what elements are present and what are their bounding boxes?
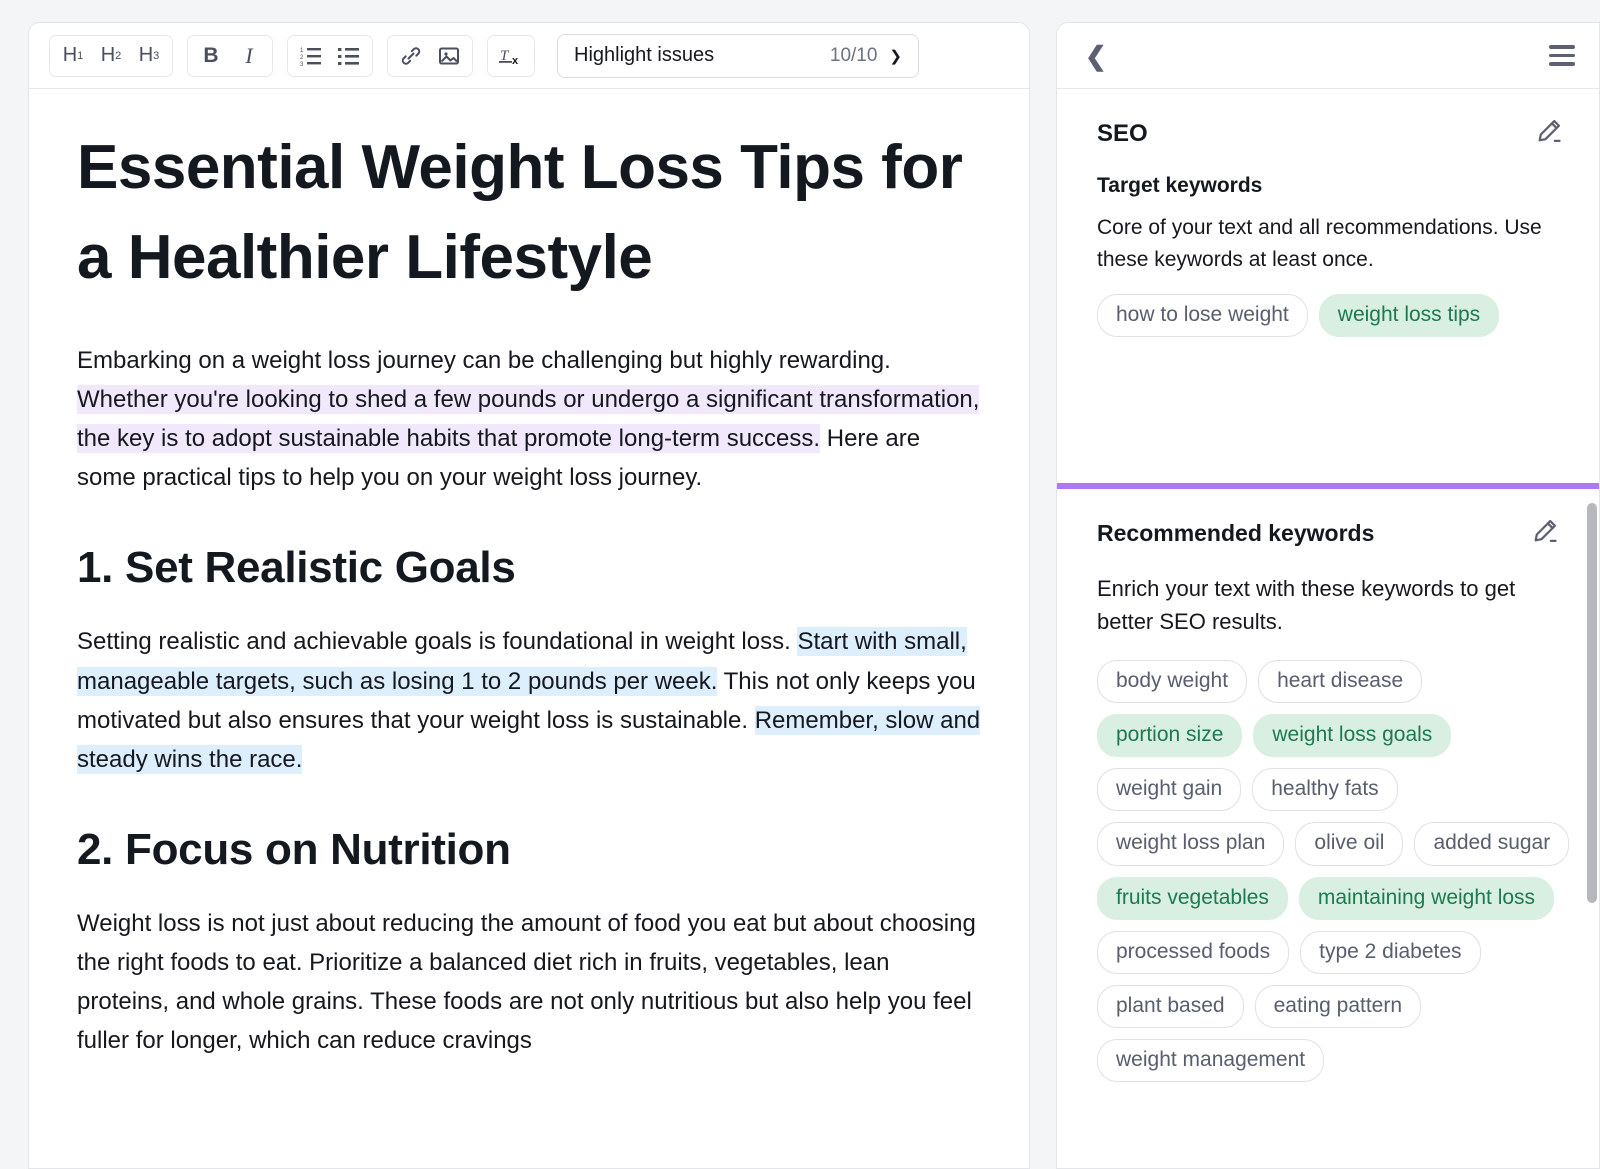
- keyword-pill[interactable]: fruits vegetables: [1097, 876, 1288, 920]
- burger-line-2: [1549, 53, 1575, 58]
- keyword-pill[interactable]: healthy fats: [1252, 768, 1398, 812]
- recommended-keywords-highlight-box: Recommended keywords Enrich your text wi…: [1057, 483, 1599, 1168]
- h2-subscript: 2: [115, 49, 122, 62]
- recommended-keywords-description: Enrich your text with these keywords to …: [1097, 576, 1516, 634]
- heading-button-group: H1 H2 H3: [49, 34, 173, 77]
- h2-button[interactable]: H2: [92, 39, 130, 73]
- list-group: 1 2 3: [287, 34, 373, 77]
- h3-button[interactable]: H3: [130, 39, 168, 73]
- bullet-list-icon[interactable]: [330, 39, 368, 73]
- keyword-pill[interactable]: plant based: [1097, 984, 1244, 1028]
- burger-line-1: [1549, 45, 1575, 49]
- italic-button[interactable]: I: [230, 39, 268, 73]
- highlight-issues-count: 10/10: [829, 44, 878, 66]
- page-title: Essential Weight Loss Tips for a Healthi…: [77, 133, 963, 292]
- keyword-pill[interactable]: type 2 diabetes: [1300, 930, 1481, 974]
- seo-sidebar-panel: ❮ SEO Target keywords Core of your text …: [1056, 22, 1600, 1169]
- app-root: H1 H2 H3 B I 1 2 3 T x Highlight issues …: [0, 0, 1600, 1169]
- keyword-pill[interactable]: maintaining weight loss: [1298, 876, 1555, 920]
- highlight-issues-label: Highlight issues: [574, 44, 715, 66]
- keyword-pill[interactable]: body weight: [1097, 660, 1248, 704]
- seo-title: SEO: [1097, 119, 1148, 147]
- hamburger-menu-icon[interactable]: [1549, 45, 1575, 66]
- h3-subscript: 3: [153, 49, 160, 62]
- document-body[interactable]: Essential Weight Loss Tips for a Healthi…: [29, 89, 1029, 1168]
- keyword-pill[interactable]: how to lose weight: [1097, 293, 1308, 337]
- keyword-pill[interactable]: eating pattern: [1254, 984, 1422, 1028]
- chevron-left-icon[interactable]: ❮: [1085, 43, 1107, 69]
- keyword-pill[interactable]: processed foods: [1097, 930, 1290, 974]
- h1-subscript: 1: [77, 49, 84, 62]
- keyword-pill[interactable]: added sugar: [1414, 822, 1570, 866]
- recommended-title-row: Recommended keywords: [1097, 517, 1573, 550]
- intro-paragraph: Embarking on a weight loss journey can b…: [77, 341, 981, 497]
- recommended-edit-pencil-icon[interactable]: [1531, 517, 1559, 550]
- highlight-issues-dropdown[interactable]: Highlight issues 10/10 ❯: [557, 33, 919, 78]
- seo-section: SEO Target keywords Core of your text an…: [1057, 89, 1599, 363]
- ordered-list-icon[interactable]: 1 2 3: [292, 39, 330, 73]
- svg-text:x: x: [512, 55, 519, 67]
- keyword-pill[interactable]: weight gain: [1097, 768, 1242, 812]
- image-icon[interactable]: [430, 39, 468, 73]
- text-style-group: B I: [187, 34, 273, 77]
- svg-text:3: 3: [300, 62, 304, 66]
- bold-button[interactable]: B: [192, 39, 230, 73]
- keyword-pill[interactable]: weight management: [1097, 1038, 1325, 1083]
- keyword-pill[interactable]: weight loss tips: [1318, 293, 1500, 337]
- section-2-heading: 2. Focus on Nutrition: [77, 824, 511, 874]
- target-keywords-pill-list: how to lose weight weight loss tips: [1097, 293, 1563, 337]
- section-1-paragraph: Setting realistic and achievable goals i…: [77, 622, 981, 778]
- keyword-pill[interactable]: olive oil: [1295, 822, 1404, 866]
- chevron-down-icon: ❯: [889, 47, 902, 65]
- insert-group: [387, 34, 473, 77]
- editor-panel: H1 H2 H3 B I 1 2 3 T x Highlight issues …: [28, 22, 1030, 1169]
- burger-line-3: [1549, 62, 1575, 66]
- intro-pre: Embarking on a weight loss journey can b…: [77, 346, 891, 374]
- sidebar-header: ❮: [1057, 23, 1599, 89]
- recommended-keywords-pill-list: body weight heart disease portion size weig…: [1097, 660, 1573, 1083]
- target-keywords-description: Core of your text and all recommendation…: [1097, 216, 1542, 271]
- sidebar-scrollbar-thumb[interactable]: [1587, 503, 1597, 903]
- seo-edit-pencil-icon[interactable]: [1535, 117, 1563, 150]
- svg-text:1: 1: [300, 48, 304, 54]
- recommended-keywords-section: Recommended keywords Enrich your text wi…: [1057, 489, 1599, 1168]
- section-2-paragraph: Weight loss is not just about reducing t…: [77, 910, 976, 1055]
- clear-format-group: T x: [487, 34, 535, 77]
- h1-button[interactable]: H1: [54, 39, 92, 73]
- section-1-heading: 1. Set Realistic Goals: [77, 543, 516, 593]
- recommended-keywords-heading: Recommended keywords: [1097, 520, 1375, 546]
- s1-pre: Setting realistic and achievable goals i…: [77, 628, 798, 656]
- link-icon[interactable]: [392, 39, 430, 73]
- editor-toolbar: H1 H2 H3 B I 1 2 3 T x Highlight issues …: [29, 23, 1029, 89]
- keyword-pill[interactable]: portion size: [1097, 714, 1243, 758]
- keyword-pill[interactable]: weight loss plan: [1097, 822, 1285, 866]
- keyword-pill[interactable]: heart disease: [1258, 660, 1423, 704]
- clear-formatting-icon[interactable]: T x: [492, 39, 530, 73]
- target-keywords-heading: Target keywords: [1097, 174, 1263, 197]
- keyword-pill[interactable]: weight loss goals: [1253, 714, 1452, 758]
- svg-text:2: 2: [300, 55, 304, 61]
- seo-title-row: SEO: [1097, 117, 1563, 150]
